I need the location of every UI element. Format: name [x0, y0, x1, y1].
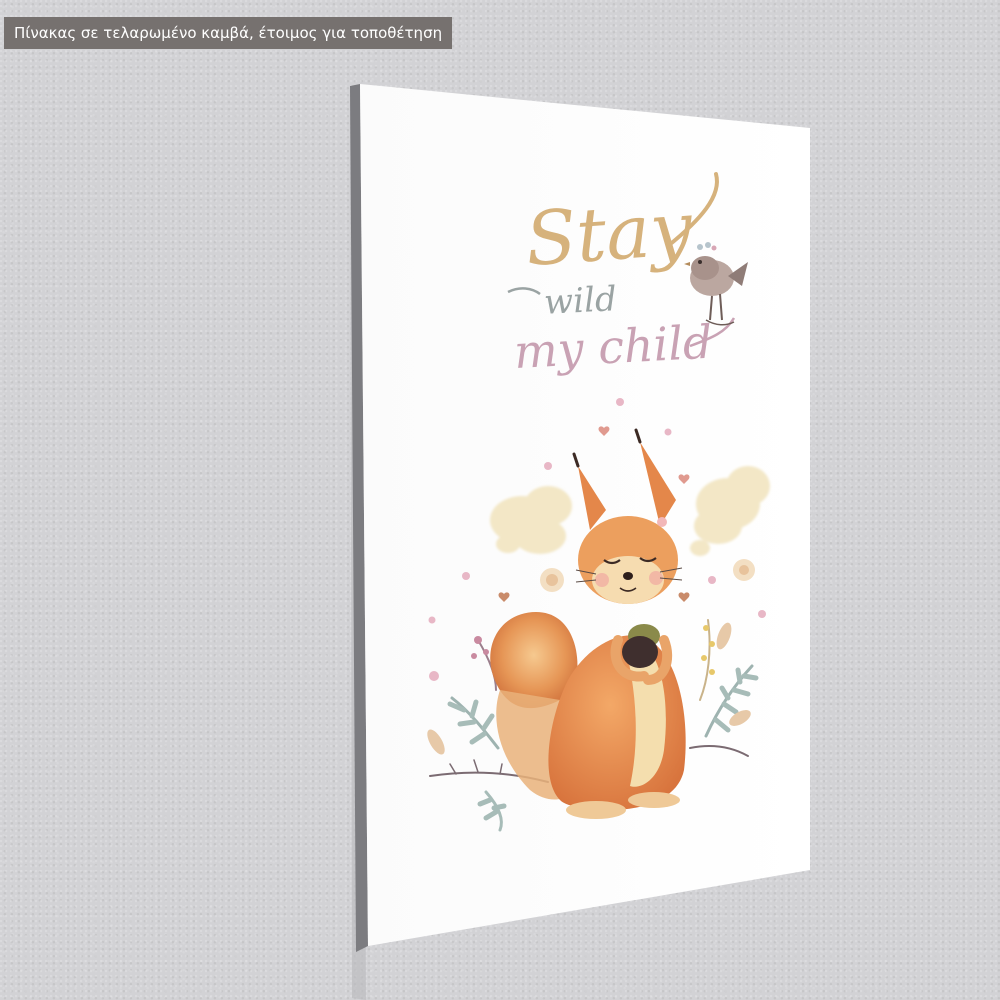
rose-left-icon	[540, 568, 564, 592]
quote-line-child: my child	[513, 315, 714, 379]
quote-line-stay: Stay	[523, 186, 696, 283]
rose-right-icon	[733, 559, 755, 581]
quote-line-wild: wild	[543, 279, 618, 323]
canvas-print-scene: Stay wild my child	[350, 84, 810, 1000]
